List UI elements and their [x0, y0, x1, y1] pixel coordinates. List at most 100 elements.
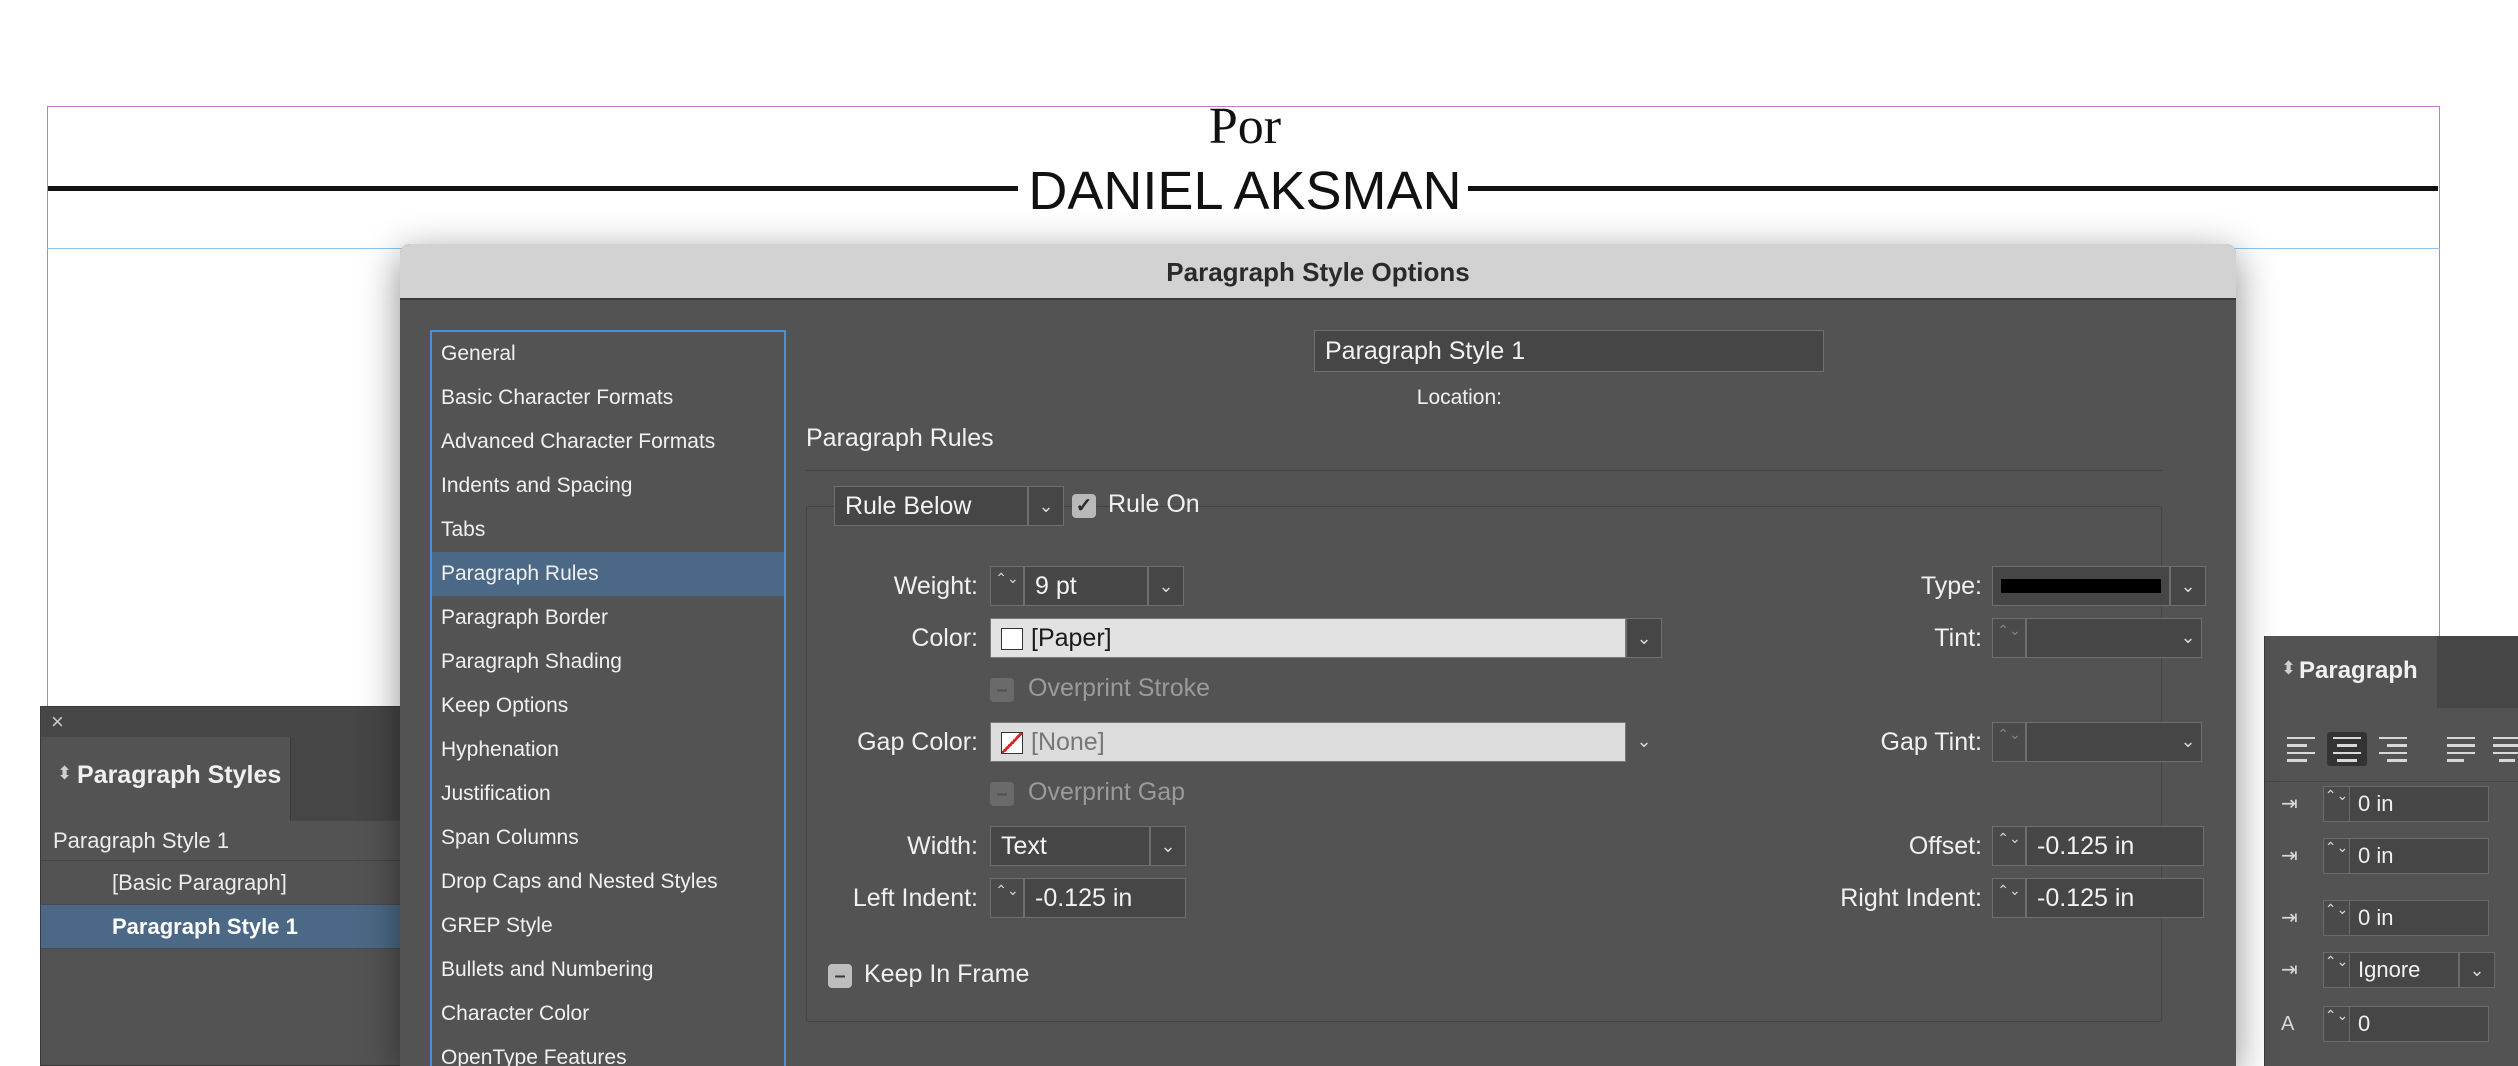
category-item-bullets-and-numbering[interactable]: Bullets and Numbering — [432, 948, 784, 992]
keep-in-frame-checkbox[interactable]: – — [828, 964, 852, 988]
panel-tab-row: ⬍ Paragraph Styles — [41, 737, 419, 821]
overprint-stroke-checkbox[interactable]: – — [990, 678, 1014, 702]
solid-stroke-swatch — [2001, 579, 2161, 593]
category-item-paragraph-rules[interactable]: Paragraph Rules — [432, 552, 784, 596]
document-text-name: DANIEL AKSMAN — [1028, 161, 1462, 221]
stepper-arrows[interactable]: ⌃⌄ — [2323, 1006, 2349, 1042]
type-label: Type: — [1920, 572, 1982, 600]
left-indent-input[interactable]: -0.125 in — [1024, 878, 1186, 918]
rule-type-select[interactable]: Rule Below — [834, 486, 1028, 526]
stepper-arrows[interactable]: ⌃⌄ — [990, 878, 1024, 918]
category-item-opentype-features[interactable]: OpenType Features — [432, 1036, 784, 1066]
width-select[interactable]: Text — [990, 826, 1150, 866]
paragraph-panel: ⬍ Paragraph ⇥ ⌃⌄ 0 in ⇥ ⌃⌄ 0 in ⇥ ⌃⌄ 0 i… — [2264, 636, 2518, 1066]
width-label: Width: — [907, 832, 978, 860]
gap-tint-label: Gap Tint: — [1880, 728, 1982, 756]
align-right-icon[interactable] — [2373, 732, 2413, 766]
align-center-icon[interactable] — [2327, 732, 2367, 766]
stroke-type-select[interactable] — [1992, 566, 2170, 606]
chevron-down-icon[interactable]: ⌄ — [2459, 952, 2495, 988]
offset-input[interactable]: -0.125 in — [2026, 826, 2204, 866]
gap-color-select[interactable]: [None] — [990, 722, 1626, 762]
first-line-indent-icon: ⇥ — [2281, 845, 2298, 867]
drop-cap-row: A ⌃⌄ 0 — [2265, 1002, 2518, 1046]
alignment-buttons — [2265, 712, 2518, 782]
space-before-input[interactable]: 0 in — [2349, 900, 2489, 936]
weight-input[interactable]: 9 pt — [1024, 566, 1148, 606]
list-item[interactable]: [Basic Paragraph] — [41, 861, 419, 905]
tab-paragraph[interactable]: ⬍ Paragraph — [2265, 636, 2437, 708]
left-indent-input[interactable]: 0 in — [2349, 786, 2489, 822]
category-item-drop-caps[interactable]: Drop Caps and Nested Styles — [432, 860, 784, 904]
overprint-gap-checkbox[interactable]: – — [990, 782, 1014, 806]
right-indent-input[interactable]: -0.125 in — [2026, 878, 2204, 918]
chevron-down-icon[interactable]: ⌄ — [1148, 566, 1184, 606]
justify-center-icon[interactable] — [2487, 732, 2518, 766]
dialog-title: Paragraph Style Options — [400, 244, 2236, 300]
close-icon[interactable]: × — [51, 709, 64, 735]
color-label: Color: — [911, 624, 978, 652]
category-item-span-columns[interactable]: Span Columns — [432, 816, 784, 860]
justify-left-icon[interactable] — [2441, 732, 2481, 766]
paragraph-style-options-dialog: Paragraph Style Options General Basic Ch… — [400, 244, 2236, 1066]
category-list: General Basic Character Formats Advanced… — [430, 330, 786, 1066]
category-item-advanced-character-formats[interactable]: Advanced Character Formats — [432, 420, 784, 464]
stepper-arrows[interactable]: ⌃⌄ — [1992, 618, 2026, 658]
overprint-gap-label: Overprint Gap — [1028, 778, 1186, 806]
chevron-down-icon[interactable]: ⌄ — [2170, 618, 2206, 658]
align-to-grid-select[interactable]: Ignore — [2349, 952, 2459, 988]
rule-on-checkbox[interactable]: ✓ — [1072, 494, 1096, 518]
list-item[interactable]: Paragraph Style 1 — [41, 905, 419, 949]
stepper-arrows[interactable]: ⌃⌄ — [1992, 826, 2026, 866]
updown-chevron-icon: ⬍ — [2281, 658, 2297, 678]
category-item-justification[interactable]: Justification — [432, 772, 784, 816]
category-item-hyphenation[interactable]: Hyphenation — [432, 728, 784, 772]
space-before-row: ⇥ ⌃⌄ 0 in — [2265, 896, 2518, 940]
category-item-grep-style[interactable]: GREP Style — [432, 904, 784, 948]
document-text-por: Por — [1208, 98, 1282, 155]
paragraph-styles-panel: × ⬍ Paragraph Styles Paragraph Style 1 [… — [40, 706, 420, 1066]
drop-cap-lines-input[interactable]: 0 — [2349, 1006, 2489, 1042]
category-item-general[interactable]: General — [432, 332, 784, 376]
chevron-down-icon[interactable]: ⌄ — [1028, 486, 1064, 526]
stepper-arrows[interactable]: ⌃⌄ — [1992, 878, 2026, 918]
space-before-icon: ⇥ — [2281, 907, 2298, 929]
stepper-arrows[interactable]: ⌃⌄ — [2323, 786, 2349, 822]
category-item-indents-and-spacing[interactable]: Indents and Spacing — [432, 464, 784, 508]
keep-in-frame-label: Keep In Frame — [864, 960, 1030, 988]
chevron-down-icon[interactable]: ⌄ — [1150, 826, 1186, 866]
paragraph-rules-pane: Paragraph Rules Rule Below ⌄ ✓ Rule On W… — [806, 320, 2216, 1060]
first-line-indent-row: ⇥ ⌃⌄ 0 in — [2265, 834, 2518, 878]
category-item-basic-character-formats[interactable]: Basic Character Formats — [432, 376, 784, 420]
chevron-down-icon[interactable]: ⌄ — [2170, 722, 2206, 762]
tab-label: Paragraph Styles — [77, 761, 282, 789]
chevron-down-icon[interactable]: ⌄ — [1626, 722, 1662, 762]
category-item-character-color[interactable]: Character Color — [432, 992, 784, 1036]
left-indent-label: Left Indent: — [852, 884, 978, 912]
align-to-grid-row: ⇥ ⌃⌄ Ignore ⌄ — [2265, 948, 2518, 992]
category-item-paragraph-border[interactable]: Paragraph Border — [432, 596, 784, 640]
category-item-paragraph-shading[interactable]: Paragraph Shading — [432, 640, 784, 684]
gap-color-label: Gap Color: — [857, 728, 978, 756]
stepper-arrows[interactable]: ⌃⌄ — [2323, 838, 2349, 874]
chevron-down-icon[interactable]: ⌄ — [2170, 566, 2206, 606]
color-value: [Paper] — [1031, 624, 1112, 652]
right-indent-label: Right Indent: — [1840, 884, 1982, 912]
section-divider — [806, 470, 2162, 471]
paragraph-rule-left — [48, 186, 1018, 191]
stepper-arrows[interactable]: ⌃⌄ — [1992, 722, 2026, 762]
paper-swatch-icon — [1001, 628, 1023, 650]
chevron-down-icon[interactable]: ⌄ — [1626, 618, 1662, 658]
stepper-arrows[interactable]: ⌃⌄ — [990, 566, 1024, 606]
overprint-stroke-label: Overprint Stroke — [1028, 674, 1211, 702]
category-item-keep-options[interactable]: Keep Options — [432, 684, 784, 728]
stepper-arrows[interactable]: ⌃⌄ — [2323, 900, 2349, 936]
color-select[interactable]: [Paper] — [990, 618, 1626, 658]
weight-label: Weight: — [893, 572, 978, 600]
tab-paragraph-styles[interactable]: ⬍ Paragraph Styles — [41, 737, 291, 821]
stepper-arrows[interactable]: ⌃⌄ — [2323, 952, 2349, 988]
align-left-icon[interactable] — [2281, 732, 2321, 766]
category-item-tabs[interactable]: Tabs — [432, 508, 784, 552]
tint-label: Tint: — [1934, 624, 1982, 652]
first-line-indent-input[interactable]: 0 in — [2349, 838, 2489, 874]
